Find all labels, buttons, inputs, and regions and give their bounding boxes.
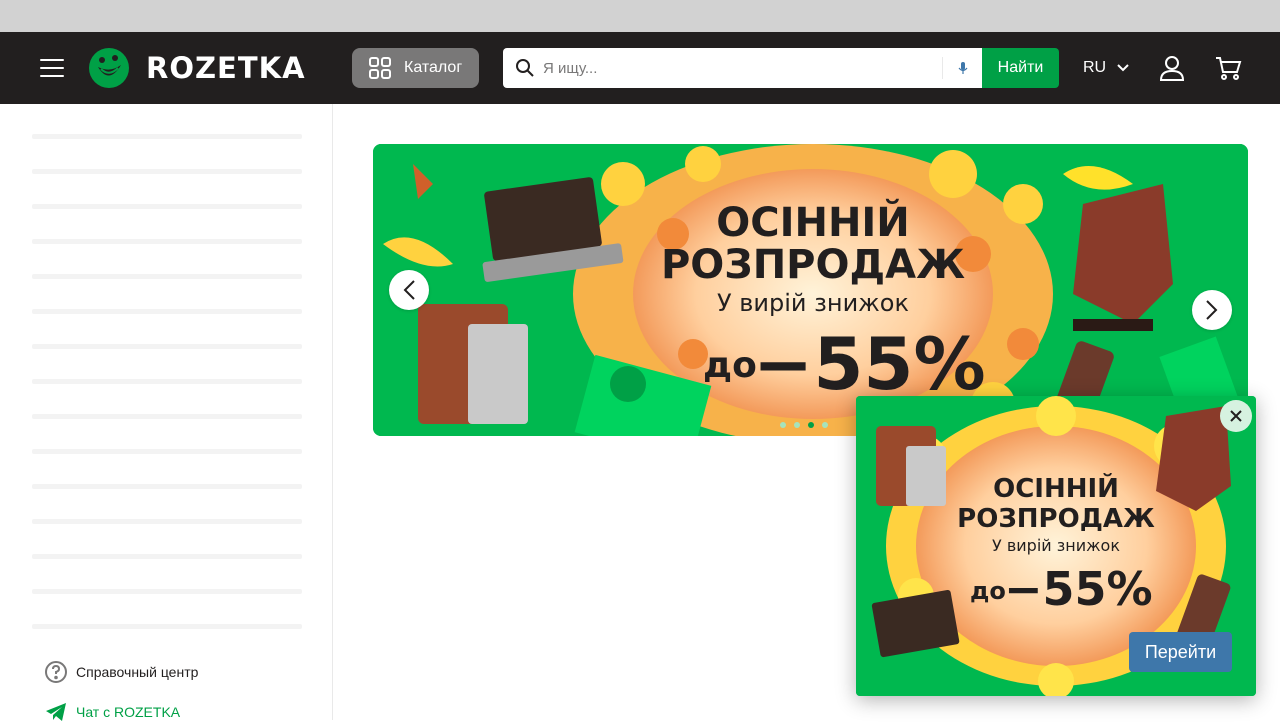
banner-dot[interactable] — [822, 422, 828, 428]
skeleton-line — [32, 344, 302, 349]
catalog-label: Каталог — [404, 59, 463, 76]
banner-line3: У вирій знижок — [717, 289, 909, 317]
help-center-label: Справочный центр — [76, 664, 199, 680]
popup-line3: У вирій знижок — [992, 536, 1120, 555]
sidebar: Справочный центр Чат с ROZETKA — [0, 104, 333, 721]
chat-label: Чат с ROZETKA — [76, 704, 181, 720]
top-strip — [0, 0, 1280, 32]
popup-close-button[interactable] — [1220, 400, 1252, 432]
skeleton-line — [32, 239, 302, 244]
search-icon — [516, 59, 534, 77]
menu-burger-icon[interactable] — [40, 56, 64, 80]
popup-go-button[interactable]: Перейти — [1129, 632, 1232, 672]
skeleton-line — [32, 484, 302, 489]
user-icon[interactable] — [1158, 54, 1186, 82]
chevron-down-icon — [1117, 64, 1129, 72]
popup-discount: −55% — [1004, 562, 1153, 616]
microphone-icon — [958, 62, 967, 74]
popup-line2: РОЗПРОДАЖ — [957, 504, 1155, 534]
promo-banner[interactable]: ОСІННІЙ РОЗПРОДАЖ У вирій знижок до −55% — [373, 144, 1248, 436]
telegram-send-icon — [46, 703, 66, 721]
popup-prefix: до — [970, 577, 1006, 605]
catalog-button[interactable]: Каталог — [352, 48, 479, 88]
skeleton-line — [32, 169, 302, 174]
skeleton-line — [32, 624, 302, 629]
skeleton-line — [32, 379, 302, 384]
skeleton-line — [32, 414, 302, 419]
banner-line1: ОСІННІЙ — [716, 200, 910, 246]
skeleton-line — [32, 554, 302, 559]
popup-line1: ОСІННІЙ — [993, 474, 1119, 504]
question-icon — [45, 661, 67, 683]
smile-logo-icon — [89, 48, 129, 88]
skeleton-line — [32, 309, 302, 314]
banner-prefix: до — [703, 345, 757, 386]
search-box — [503, 48, 982, 88]
banner-next-button[interactable] — [1192, 290, 1232, 330]
chat-link[interactable]: Чат с ROZETKA — [44, 700, 180, 724]
language-selector[interactable]: RU — [1083, 56, 1130, 80]
skeleton-line — [32, 519, 302, 524]
skeleton-line — [32, 589, 302, 594]
search-input[interactable] — [543, 49, 942, 87]
close-icon — [1230, 410, 1242, 422]
chevron-left-icon — [403, 280, 415, 300]
grid-icon — [369, 57, 391, 79]
chevron-right-icon — [1206, 300, 1218, 320]
banner-pagination — [780, 422, 836, 428]
banner-dot[interactable] — [780, 422, 786, 428]
banner-line2: РОЗПРОДАЖ — [660, 242, 966, 288]
skeleton-line — [32, 134, 302, 139]
banner-prev-button[interactable] — [389, 270, 429, 310]
skeleton-line — [32, 204, 302, 209]
promo-popup: ОСІННІЙ РОЗПРОДАЖ У вирій знижок до −55%… — [856, 396, 1256, 696]
voice-search-button[interactable] — [942, 57, 982, 79]
skeleton-line — [32, 274, 302, 279]
banner-dot-active[interactable] — [808, 422, 814, 428]
search-button[interactable]: Найти — [982, 48, 1059, 88]
logo-text: ROZETKA — [146, 51, 306, 85]
cart-icon[interactable] — [1214, 54, 1242, 82]
skeleton-line — [32, 449, 302, 454]
help-center-link[interactable]: Справочный центр — [44, 660, 198, 684]
language-label: RU — [1083, 59, 1107, 76]
site-header: ROZETKA Каталог Найти RU — [0, 32, 1280, 104]
rozetka-logo[interactable]: ROZETKA — [88, 47, 306, 89]
search-bar: Найти — [503, 48, 1059, 88]
banner-dot[interactable] — [794, 422, 800, 428]
banner-discount: −55% — [753, 322, 986, 406]
